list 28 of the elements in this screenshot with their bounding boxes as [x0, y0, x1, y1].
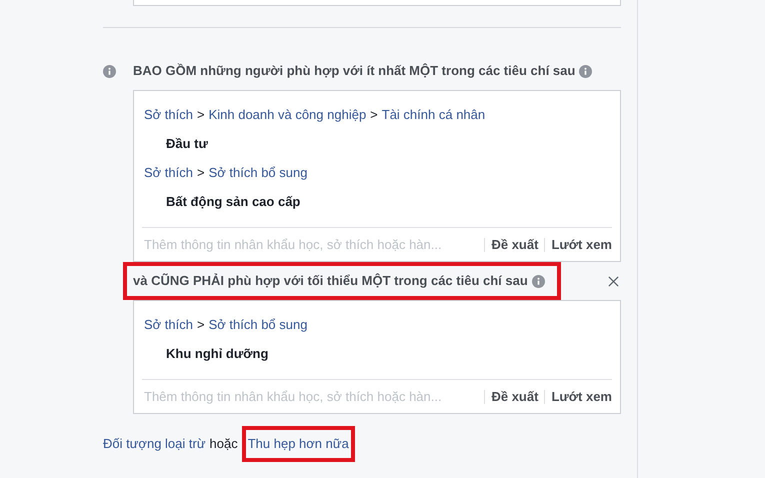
interest-item: Đầu tư — [166, 135, 208, 154]
action-button[interactable]: Đề xuất — [491, 234, 538, 254]
criteria-heading: và CŨNG PHẢI phù hợp với tối thiểu MỘT trong các tiêu chí sau — [133, 272, 528, 290]
action-button[interactable]: Lướt xem — [551, 386, 612, 406]
action-button[interactable]: Lướt xem — [551, 234, 612, 254]
breadcrumb-link[interactable]: Sở thích — [144, 315, 193, 335]
breadcrumb-link[interactable]: Kinh doanh và công nghiệp — [208, 105, 366, 125]
criteria-heading: BAO GỒM những người phù hợp với ít nhất MỘT trong các tiêu chí sau — [133, 62, 576, 80]
info-icon — [532, 274, 545, 288]
breadcrumb-link[interactable]: Tài chính cá nhân — [382, 105, 486, 125]
interest-item: Bất động sản cao cấp — [166, 193, 300, 212]
close-button[interactable] — [608, 276, 619, 286]
footer-link[interactable]: Đối tượng loại trừ — [103, 434, 206, 454]
search-field[interactable]: Thêm thông tin nhân khẩu học, sở thích hoặc hàn... — [142, 386, 478, 406]
conjunction-text: hoặc — [210, 435, 238, 454]
breadcrumb-link[interactable]: Sở thích bổ sung — [208, 315, 308, 335]
interest-item: Khu nghỉ dưỡng — [166, 345, 268, 364]
breadcrumb-link[interactable]: Sở thích bổ sung — [208, 163, 308, 183]
breadcrumb-separator: > — [197, 164, 205, 182]
footer-link[interactable]: Thu hẹp hơn nữa — [248, 434, 349, 454]
search-field[interactable]: Thêm thông tin nhân khẩu học, sở thích hoặc hàn... — [142, 234, 478, 254]
breadcrumb-link[interactable]: Sở thích — [144, 163, 193, 183]
breadcrumb-link[interactable]: Sở thích — [144, 105, 193, 125]
breadcrumb-separator: > — [370, 106, 378, 124]
info-icon — [579, 64, 592, 78]
action-button[interactable]: Đề xuất — [491, 386, 538, 406]
breadcrumb-separator: > — [197, 316, 205, 334]
breadcrumb-separator: > — [197, 106, 205, 124]
